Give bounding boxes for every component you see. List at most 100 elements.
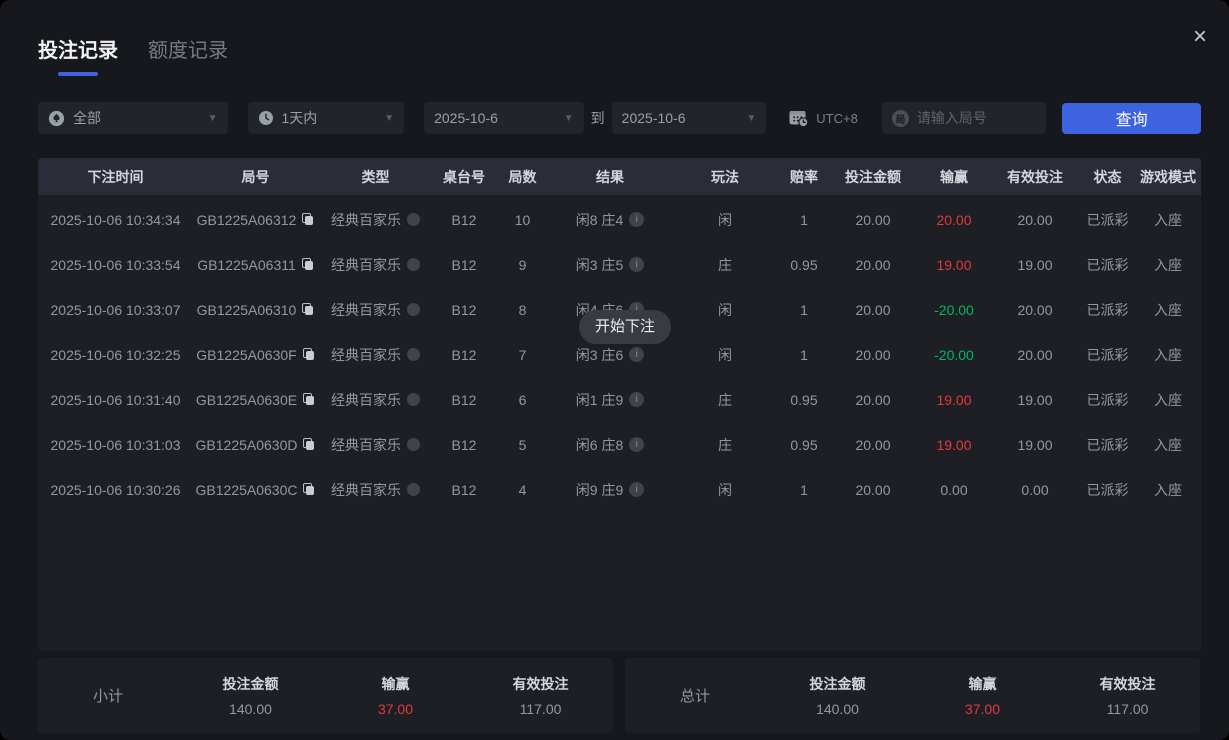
round-id-cell: GB1225A06311 [193, 257, 318, 273]
bet-amount-cell: 20.00 [828, 392, 918, 408]
date-to-picker[interactable]: 2025-10-6 ▼ [612, 102, 767, 134]
odds-cell: 0.95 [780, 437, 828, 453]
valid-bet-cell: 20.00 [990, 212, 1080, 228]
copy-icon[interactable] [303, 438, 315, 451]
win-loss-cell: 20.00 [918, 212, 990, 228]
bet-amount-cell: 20.00 [828, 257, 918, 273]
copy-icon[interactable] [303, 483, 315, 496]
tab-quota-records[interactable]: 额度记录 [148, 34, 228, 72]
status-cell: 已派彩 [1080, 435, 1135, 455]
game-type-cell: 经典百家乐 [318, 210, 433, 230]
status-cell: 已派彩 [1080, 345, 1135, 365]
bet-records-table: 下注时间局号类型桌台号局数结果玩法赔率投注金额输赢有效投注状态游戏模式 2025… [38, 158, 1201, 651]
game-type-dot-icon [407, 213, 420, 226]
header-cell: 游戏模式 [1135, 167, 1201, 187]
round-count-cell: 8 [495, 302, 550, 318]
info-icon[interactable]: i [629, 482, 644, 497]
valid-bet-cell: 19.00 [990, 437, 1080, 453]
close-icon[interactable]: × [1185, 22, 1215, 52]
info-icon[interactable]: i [629, 392, 644, 407]
bet-time-cell: 2025-10-06 10:31:40 [38, 392, 193, 408]
copy-icon[interactable] [303, 348, 315, 361]
game-type-dot-icon [407, 438, 420, 451]
time-range-select[interactable]: 1天内 ▼ [248, 102, 405, 134]
win-loss-cell: -20.00 [918, 347, 990, 363]
copy-icon[interactable] [302, 258, 314, 271]
bet-record-dialog: 投注记录 额度记录 × 全部 ▼ 1天内 ▼ 2025-10-6 ▼ [0, 0, 1229, 740]
valid-bet-cell: 20.00 [990, 347, 1080, 363]
date-from-picker[interactable]: 2025-10-6 ▼ [424, 102, 584, 134]
header-cell: 赔率 [780, 167, 828, 187]
copy-icon[interactable] [302, 213, 314, 226]
info-icon[interactable]: i [629, 437, 644, 452]
bet-amount-cell: 20.00 [828, 437, 918, 453]
round-badge-icon: 局 [892, 110, 909, 127]
copy-icon[interactable] [302, 303, 314, 316]
round-id-input[interactable]: 局 请输入局号 [882, 102, 1047, 134]
filter-bar: 全部 ▼ 1天内 ▼ 2025-10-6 ▼ 到 2025-10-6 ▼ UTC… [38, 102, 1201, 134]
table-no-cell: B12 [433, 257, 495, 273]
round-count-cell: 9 [495, 257, 550, 273]
play-cell: 庄 [670, 255, 780, 275]
info-icon[interactable]: i [629, 212, 644, 227]
valid-bet-cell: 0.00 [990, 482, 1080, 498]
timezone-indicator: UTC+8 [788, 108, 858, 128]
tab-bar: 投注记录 额度记录 [0, 0, 1229, 76]
play-cell: 庄 [670, 390, 780, 410]
tab-label: 额度记录 [148, 34, 228, 72]
game-type-select[interactable]: 全部 ▼ [38, 102, 228, 134]
game-mode-cell: 入座 [1135, 435, 1201, 455]
round-id-cell: GB1225A06312 [193, 212, 318, 228]
odds-cell: 1 [780, 347, 828, 363]
odds-cell: 0.95 [780, 257, 828, 273]
round-input-placeholder: 请输入局号 [917, 108, 987, 128]
chevron-down-icon: ▼ [740, 113, 756, 124]
total-label: 总计 [625, 685, 765, 706]
game-type-dot-icon [407, 483, 420, 496]
total-win-stat: 输赢 37.00 [910, 674, 1055, 717]
status-cell: 已派彩 [1080, 255, 1135, 275]
round-id-cell: GB1225A0630E [193, 392, 318, 408]
header-cell: 投注金额 [828, 167, 918, 187]
subtotal-win-stat: 输赢 37.00 [323, 674, 468, 717]
subtotal-bet-stat: 投注金额 140.00 [178, 674, 323, 717]
query-button[interactable]: 查询 [1062, 103, 1201, 134]
round-count-cell: 4 [495, 482, 550, 498]
header-cell: 类型 [318, 167, 433, 187]
result-cell: 闲8 庄4 i [550, 210, 670, 230]
tab-bet-records[interactable]: 投注记录 [38, 34, 118, 76]
header-cell: 有效投注 [990, 167, 1080, 187]
game-type-cell: 经典百家乐 [318, 345, 433, 365]
chevron-down-icon: ▼ [558, 113, 574, 124]
result-cell: 闲6 庄8 i [550, 435, 670, 455]
game-type-cell: 经典百家乐 [318, 435, 433, 455]
game-type-dot-icon [407, 258, 420, 271]
win-loss-cell: 19.00 [918, 392, 990, 408]
copy-icon[interactable] [303, 393, 315, 406]
time-range-value: 1天内 [282, 108, 318, 128]
subtotal-valid-stat: 有效投注 117.00 [468, 674, 613, 717]
win-loss-cell: 0.00 [918, 482, 990, 498]
info-icon[interactable]: i [629, 347, 644, 362]
header-cell: 桌台号 [433, 167, 495, 187]
bet-time-cell: 2025-10-06 10:31:03 [38, 437, 193, 453]
header-cell: 局数 [495, 167, 550, 187]
table-row: 2025-10-06 10:31:03 GB1225A0630D 经典百家乐 B… [38, 422, 1201, 467]
bet-amount-cell: 20.00 [828, 212, 918, 228]
spade-icon [48, 110, 65, 127]
timezone-label: UTC+8 [816, 111, 858, 126]
play-cell: 闲 [670, 480, 780, 500]
total-valid-stat: 有效投注 117.00 [1055, 674, 1200, 717]
round-count-cell: 7 [495, 347, 550, 363]
info-icon[interactable]: i [629, 257, 644, 272]
chevron-down-icon: ▼ [378, 113, 394, 124]
game-mode-cell: 入座 [1135, 255, 1201, 275]
table-header-row: 下注时间局号类型桌台号局数结果玩法赔率投注金额输赢有效投注状态游戏模式 [38, 158, 1201, 195]
active-tab-underline [58, 72, 98, 76]
result-cell: 闲1 庄9 i [550, 390, 670, 410]
win-loss-cell: 19.00 [918, 257, 990, 273]
round-id-cell: GB1225A0630F [193, 347, 318, 363]
subtotal-panel: 小计 投注金额 140.00 输赢 37.00 有效投注 117.00 [38, 658, 613, 733]
game-type-cell: 经典百家乐 [318, 390, 433, 410]
status-cell: 已派彩 [1080, 300, 1135, 320]
